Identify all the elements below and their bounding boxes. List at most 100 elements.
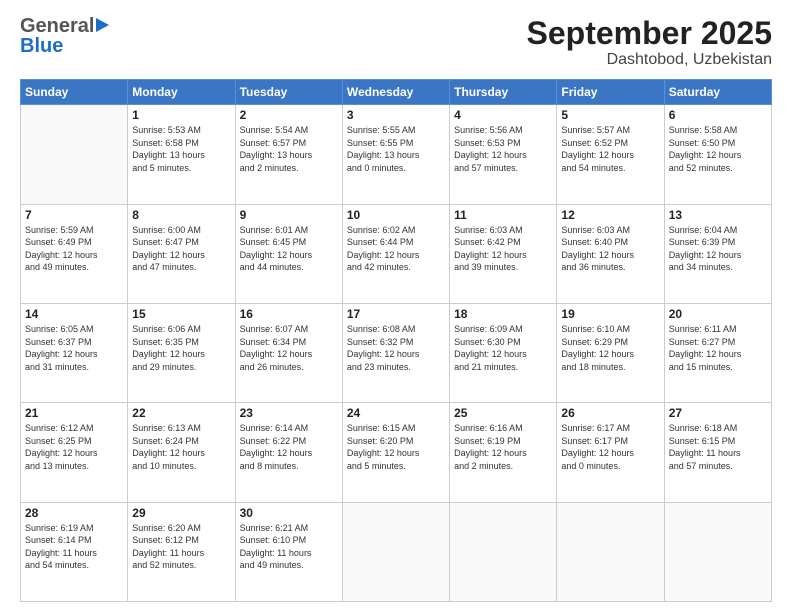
day-number: 22	[132, 406, 230, 420]
day-info: Sunrise: 5:59 AM Sunset: 6:49 PM Dayligh…	[25, 224, 123, 274]
day-info: Sunrise: 6:01 AM Sunset: 6:45 PM Dayligh…	[240, 224, 338, 274]
day-number: 1	[132, 108, 230, 122]
logo: General Blue	[20, 16, 109, 56]
calendar-week-4: 21Sunrise: 6:12 AM Sunset: 6:25 PM Dayli…	[21, 403, 772, 502]
calendar-cell: 10 Sunrise: 6:02 AM Sunset: 6:44 PM Dayli…	[342, 204, 449, 303]
day-info: Sunrise: 6:15 AM Sunset: 6:20 PM Dayligh…	[347, 422, 445, 472]
day-info: Sunrise: 6:13 AM Sunset: 6:24 PM Dayligh…	[132, 422, 230, 472]
calendar-cell	[557, 502, 664, 601]
calendar-cell: 21Sunrise: 6:12 AM Sunset: 6:25 PM Dayli…	[21, 403, 128, 502]
calendar-cell: 24 Sunrise: 6:15 AM Sunset: 6:20 PM Dayli…	[342, 403, 449, 502]
title-block: September 2025 Dashtobod, Uzbekistan	[527, 16, 772, 69]
day-info: Sunrise: 6:08 AM Sunset: 6:32 PM Dayligh…	[347, 323, 445, 373]
calendar-cell	[450, 502, 557, 601]
day-number: 21	[25, 406, 123, 420]
day-info: Sunrise: 6:04 AM Sunset: 6:39 PM Dayligh…	[669, 224, 767, 274]
day-info: Sunrise: 5:57 AM Sunset: 6:52 PM Dayligh…	[561, 124, 659, 174]
day-number: 16	[240, 307, 338, 321]
day-info: Sunrise: 6:05 AM Sunset: 6:37 PM Dayligh…	[25, 323, 123, 373]
header-saturday: Saturday	[664, 80, 771, 105]
day-info: Sunrise: 6:06 AM Sunset: 6:35 PM Dayligh…	[132, 323, 230, 373]
calendar-cell: 8 Sunrise: 6:00 AM Sunset: 6:47 PM Daylig…	[128, 204, 235, 303]
day-info: Sunrise: 6:02 AM Sunset: 6:44 PM Dayligh…	[347, 224, 445, 274]
calendar-cell: 2 Sunrise: 5:54 AM Sunset: 6:57 PM Daylig…	[235, 105, 342, 204]
day-number: 6	[669, 108, 767, 122]
calendar-cell: 1 Sunrise: 5:53 AM Sunset: 6:58 PM Daylig…	[128, 105, 235, 204]
calendar-cell: 9 Sunrise: 6:01 AM Sunset: 6:45 PM Daylig…	[235, 204, 342, 303]
day-info: Sunrise: 6:18 AM Sunset: 6:15 PM Dayligh…	[669, 422, 767, 472]
calendar-week-1: 1 Sunrise: 5:53 AM Sunset: 6:58 PM Daylig…	[21, 105, 772, 204]
calendar-week-2: 7 Sunrise: 5:59 AM Sunset: 6:49 PM Daylig…	[21, 204, 772, 303]
day-number: 3	[347, 108, 445, 122]
day-info: Sunrise: 5:56 AM Sunset: 6:53 PM Dayligh…	[454, 124, 552, 174]
day-number: 11	[454, 208, 552, 222]
calendar-cell: 22 Sunrise: 6:13 AM Sunset: 6:24 PM Dayli…	[128, 403, 235, 502]
calendar-cell	[342, 502, 449, 601]
day-number: 25	[454, 406, 552, 420]
calendar-week-3: 14 Sunrise: 6:05 AM Sunset: 6:37 PM Dayli…	[21, 303, 772, 402]
header-thursday: Thursday	[450, 80, 557, 105]
calendar-cell: 6 Sunrise: 5:58 AM Sunset: 6:50 PM Daylig…	[664, 105, 771, 204]
calendar-cell: 15Sunrise: 6:06 AM Sunset: 6:35 PM Dayli…	[128, 303, 235, 402]
day-number: 13	[669, 208, 767, 222]
day-info: Sunrise: 5:58 AM Sunset: 6:50 PM Dayligh…	[669, 124, 767, 174]
page-title: September 2025	[527, 16, 772, 51]
day-info: Sunrise: 5:54 AM Sunset: 6:57 PM Dayligh…	[240, 124, 338, 174]
calendar-cell: 13 Sunrise: 6:04 AM Sunset: 6:39 PM Dayli…	[664, 204, 771, 303]
calendar-cell	[664, 502, 771, 601]
day-number: 5	[561, 108, 659, 122]
calendar-header-row: Sunday Monday Tuesday Wednesday Thursday…	[21, 80, 772, 105]
calendar-cell: 7 Sunrise: 5:59 AM Sunset: 6:49 PM Daylig…	[21, 204, 128, 303]
day-number: 23	[240, 406, 338, 420]
calendar-week-5: 28Sunrise: 6:19 AM Sunset: 6:14 PM Dayli…	[21, 502, 772, 601]
day-number: 12	[561, 208, 659, 222]
page: General Blue September 2025 Dashtobod, U…	[0, 0, 792, 612]
day-number: 14	[25, 307, 123, 321]
day-number: 19	[561, 307, 659, 321]
day-number: 30	[240, 506, 338, 520]
day-number: 8	[132, 208, 230, 222]
header-sunday: Sunday	[21, 80, 128, 105]
calendar-cell: 3Sunrise: 5:55 AM Sunset: 6:55 PM Daylig…	[342, 105, 449, 204]
day-number: 10	[347, 208, 445, 222]
calendar-cell: 29Sunrise: 6:20 AM Sunset: 6:12 PM Dayli…	[128, 502, 235, 601]
day-info: Sunrise: 6:20 AM Sunset: 6:12 PM Dayligh…	[132, 522, 230, 572]
arrow-icon	[96, 18, 109, 32]
day-info: Sunrise: 6:17 AM Sunset: 6:17 PM Dayligh…	[561, 422, 659, 472]
calendar-cell: 23 Sunrise: 6:14 AM Sunset: 6:22 PM Dayli…	[235, 403, 342, 502]
day-info: Sunrise: 6:00 AM Sunset: 6:47 PM Dayligh…	[132, 224, 230, 274]
calendar-cell: 11Sunrise: 6:03 AM Sunset: 6:42 PM Dayli…	[450, 204, 557, 303]
day-number: 26	[561, 406, 659, 420]
calendar-cell: 12Sunrise: 6:03 AM Sunset: 6:40 PM Dayli…	[557, 204, 664, 303]
day-info: Sunrise: 6:10 AM Sunset: 6:29 PM Dayligh…	[561, 323, 659, 373]
calendar-cell: 27 Sunrise: 6:18 AM Sunset: 6:15 PM Dayli…	[664, 403, 771, 502]
day-number: 24	[347, 406, 445, 420]
day-number: 9	[240, 208, 338, 222]
calendar-cell: 16Sunrise: 6:07 AM Sunset: 6:34 PM Dayli…	[235, 303, 342, 402]
calendar-cell: 30 Sunrise: 6:21 AM Sunset: 6:10 PM Dayli…	[235, 502, 342, 601]
logo-blue: Blue	[20, 36, 109, 56]
day-number: 20	[669, 307, 767, 321]
day-info: Sunrise: 6:11 AM Sunset: 6:27 PM Dayligh…	[669, 323, 767, 373]
day-info: Sunrise: 6:14 AM Sunset: 6:22 PM Dayligh…	[240, 422, 338, 472]
calendar-cell: 18Sunrise: 6:09 AM Sunset: 6:30 PM Dayli…	[450, 303, 557, 402]
day-number: 17	[347, 307, 445, 321]
day-info: Sunrise: 5:53 AM Sunset: 6:58 PM Dayligh…	[132, 124, 230, 174]
day-number: 7	[25, 208, 123, 222]
day-number: 2	[240, 108, 338, 122]
calendar-cell: 19 Sunrise: 6:10 AM Sunset: 6:29 PM Dayli…	[557, 303, 664, 402]
header-friday: Friday	[557, 80, 664, 105]
logo-general: General	[20, 16, 94, 36]
header-tuesday: Tuesday	[235, 80, 342, 105]
day-info: Sunrise: 6:21 AM Sunset: 6:10 PM Dayligh…	[240, 522, 338, 572]
day-info: Sunrise: 6:16 AM Sunset: 6:19 PM Dayligh…	[454, 422, 552, 472]
header-wednesday: Wednesday	[342, 80, 449, 105]
day-info: Sunrise: 6:09 AM Sunset: 6:30 PM Dayligh…	[454, 323, 552, 373]
day-number: 4	[454, 108, 552, 122]
calendar-cell: 20 Sunrise: 6:11 AM Sunset: 6:27 PM Dayli…	[664, 303, 771, 402]
day-number: 27	[669, 406, 767, 420]
calendar-cell: 5 Sunrise: 5:57 AM Sunset: 6:52 PM Daylig…	[557, 105, 664, 204]
header: General Blue September 2025 Dashtobod, U…	[20, 16, 772, 69]
calendar-cell: 26 Sunrise: 6:17 AM Sunset: 6:17 PM Dayli…	[557, 403, 664, 502]
calendar-cell: 14 Sunrise: 6:05 AM Sunset: 6:37 PM Dayli…	[21, 303, 128, 402]
